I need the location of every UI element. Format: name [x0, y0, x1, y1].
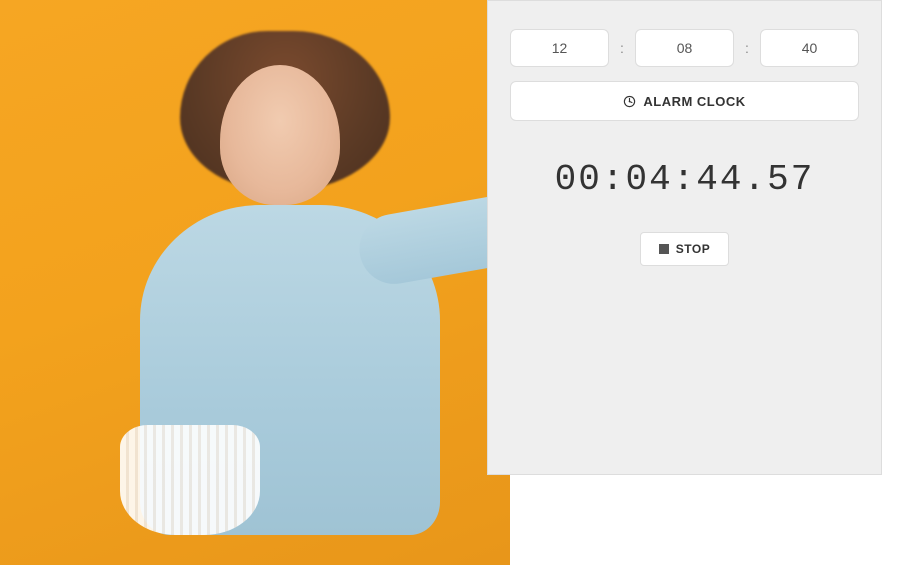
alarm-minutes-input[interactable]: 08 — [635, 29, 734, 67]
person-illustration — [60, 25, 490, 565]
promo-photo — [0, 0, 510, 565]
stop-button[interactable]: STOP — [640, 232, 729, 266]
stopwatch-display: 00:04:44.57 — [555, 159, 815, 200]
time-separator: : — [742, 40, 752, 56]
stop-button-label: STOP — [676, 242, 710, 256]
time-separator: : — [617, 40, 627, 56]
alarm-seconds-input[interactable]: 40 — [760, 29, 859, 67]
clock-panel: 12 : 08 : 40 ALARM CLOCK 00:04:44.57 STO… — [487, 0, 882, 475]
alarm-clock-button[interactable]: ALARM CLOCK — [510, 81, 859, 121]
alarm-time-row: 12 : 08 : 40 — [510, 29, 859, 67]
stop-icon — [659, 244, 669, 254]
clock-icon — [623, 95, 636, 108]
alarm-hours-input[interactable]: 12 — [510, 29, 609, 67]
alarm-clock-button-label: ALARM CLOCK — [643, 94, 745, 109]
